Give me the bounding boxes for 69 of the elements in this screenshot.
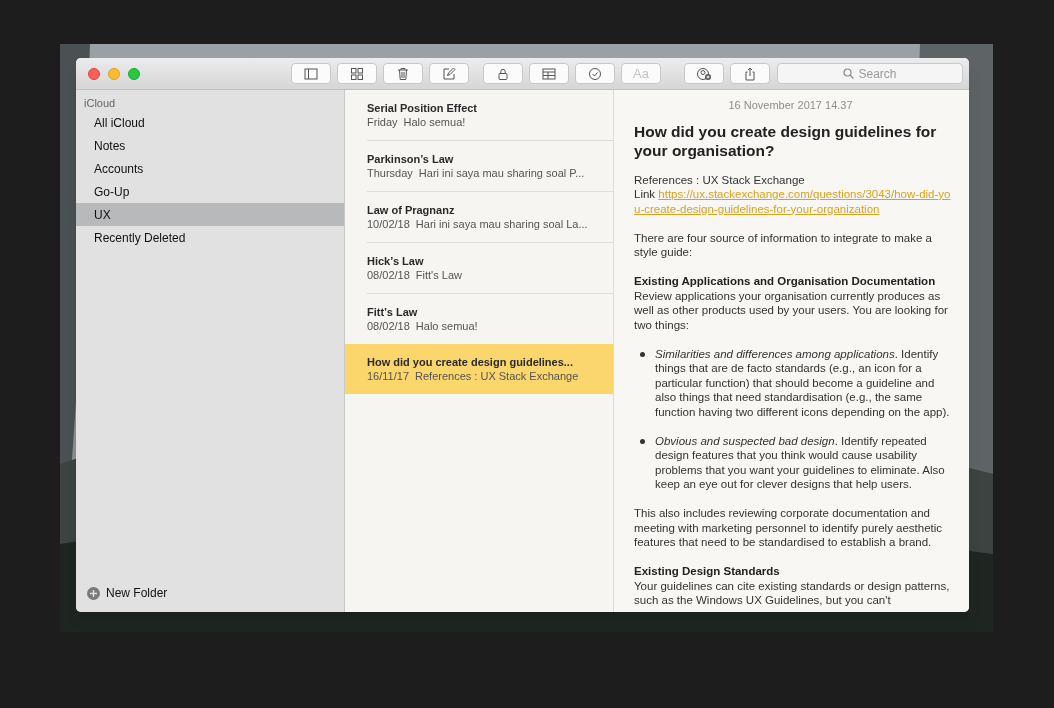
note-date: 08/02/18 bbox=[367, 319, 410, 333]
share-button[interactable] bbox=[730, 63, 770, 84]
note-title: How did you create design guidelines for your organisation? bbox=[634, 121, 938, 160]
sidebar-icon bbox=[304, 66, 318, 81]
section-heading: Existing Design Standards bbox=[634, 564, 781, 579]
note-preview: Hari ini saya mau sharing soal P... bbox=[418, 166, 585, 180]
note-preview: Hari ini saya mau sharing soal La... bbox=[415, 217, 588, 231]
new-folder-button[interactable]: New Folder bbox=[106, 584, 168, 602]
paragraph: This also includes reviewing corporate documentation and meeting with marketing personnel to identify purely aesthetic features that need to be standardised to establish a brand. bbox=[634, 506, 944, 550]
note-date: 08/02/18 bbox=[367, 268, 410, 282]
trash-icon bbox=[396, 66, 410, 81]
compose-icon bbox=[442, 66, 456, 81]
note-date: Thursday bbox=[367, 166, 413, 180]
sidebar-toggle-button[interactable] bbox=[291, 63, 331, 84]
sidebar-item[interactable]: Recently Deleted bbox=[76, 226, 344, 249]
sidebar-item[interactable]: UX bbox=[76, 203, 344, 226]
note-title: Serial Position Effect bbox=[367, 101, 479, 115]
note-title: Law of Pragnanz bbox=[367, 203, 456, 217]
note-preview: Fitt's Law bbox=[415, 268, 462, 282]
table-button[interactable] bbox=[529, 63, 569, 84]
note-list-item[interactable]: How did you create design guidelines... 16/11/17 References : UX Stack Exchange bbox=[345, 344, 613, 394]
share-icon bbox=[743, 66, 757, 81]
note-title: How did you create design guidelines... bbox=[367, 355, 574, 369]
sidebar-item[interactable]: All iCloud bbox=[76, 111, 344, 134]
sidebar-item[interactable]: Go-Up bbox=[76, 180, 344, 203]
note-preview: References : UX Stack Exchange bbox=[415, 369, 579, 383]
bullet-text: Similarities and differences among applications. Identify things that are de facto standards (e.g., an icon for a particular function) that should become a guideline and also things that need standardisation (e.g., the same function having two different icons depending on the app). bbox=[655, 346, 951, 419]
note-title: Parkinson’s Law bbox=[367, 152, 455, 166]
add-icon[interactable] bbox=[87, 586, 100, 600]
note-list-item[interactable]: Hick’s Law 08/02/18 Fitt's Law bbox=[345, 243, 613, 293]
bullet-text: Obvious and suspected bad design. Identify repeated design features that you think would cause usability problems that you want your guidelines to eliminate. Also keep an eye out for clever designs that help users. bbox=[655, 433, 946, 492]
grid-icon bbox=[350, 66, 364, 81]
sidebar-item[interactable]: Accounts bbox=[76, 157, 344, 180]
delete-button[interactable] bbox=[383, 63, 423, 84]
note-title: Hick’s Law bbox=[367, 254, 425, 268]
table-icon bbox=[542, 66, 556, 81]
grid-view-button[interactable] bbox=[337, 63, 377, 84]
compose-button[interactable] bbox=[429, 63, 469, 84]
paragraph: There are four source of information to integrate to make a style guide: bbox=[634, 230, 933, 260]
sidebar-section-title: iCloud bbox=[83, 96, 117, 110]
note-date: Friday bbox=[367, 115, 398, 129]
close-button[interactable] bbox=[88, 67, 100, 80]
person-plus-icon bbox=[697, 66, 711, 81]
note-list-item[interactable]: Law of Pragnanz 10/02/18 Hari ini saya mau sharing soal La... bbox=[345, 192, 613, 242]
section-heading: Existing Applications and Organisation Documentation bbox=[634, 274, 937, 289]
note-list-item[interactable]: Serial Position Effect Friday Halo semua! bbox=[345, 90, 613, 140]
lock-icon bbox=[496, 66, 510, 81]
note-date: 16/11/17 bbox=[367, 369, 409, 383]
note-title: Fitt’s Law bbox=[367, 305, 419, 319]
note-date: 10/02/18 bbox=[367, 217, 410, 231]
bullet-icon bbox=[640, 438, 645, 444]
paragraph: Review applications your organisation currently produces as well as other products used by your users. You are looking for two things: bbox=[634, 288, 949, 332]
paragraph: References : UX Stack Exchange bbox=[634, 172, 806, 187]
minimize-button[interactable] bbox=[108, 67, 120, 80]
paragraph: Your guidelines can cite existing standards or design patterns, such as the Windows UX Guidelines, but you can't bbox=[634, 578, 951, 608]
note-preview: Halo semua! bbox=[415, 319, 478, 333]
sidebar-item[interactable]: Notes bbox=[76, 134, 344, 157]
checkmark-circle-icon bbox=[588, 66, 602, 81]
bullet-icon bbox=[640, 351, 645, 357]
note-list-item[interactable]: Parkinson’s Law Thursday Hari ini saya mau sharing soal P... bbox=[345, 141, 613, 191]
note-date: 16 November 2017 14.37 bbox=[727, 98, 854, 113]
checklist-button[interactable] bbox=[575, 63, 615, 84]
link-line[interactable]: Link https://ux.stackexchange.com/questions/3043/how-did-you-create-design-guidelines-for-your-organization bbox=[634, 187, 951, 216]
note-list-item[interactable]: Fitt’s Law 08/02/18 Halo semua! bbox=[345, 294, 613, 344]
note-preview: Halo semua! bbox=[403, 115, 466, 129]
zoom-button[interactable] bbox=[128, 67, 140, 80]
lock-button[interactable] bbox=[483, 63, 523, 84]
search-icon bbox=[843, 68, 855, 79]
add-people-button[interactable] bbox=[684, 63, 724, 84]
